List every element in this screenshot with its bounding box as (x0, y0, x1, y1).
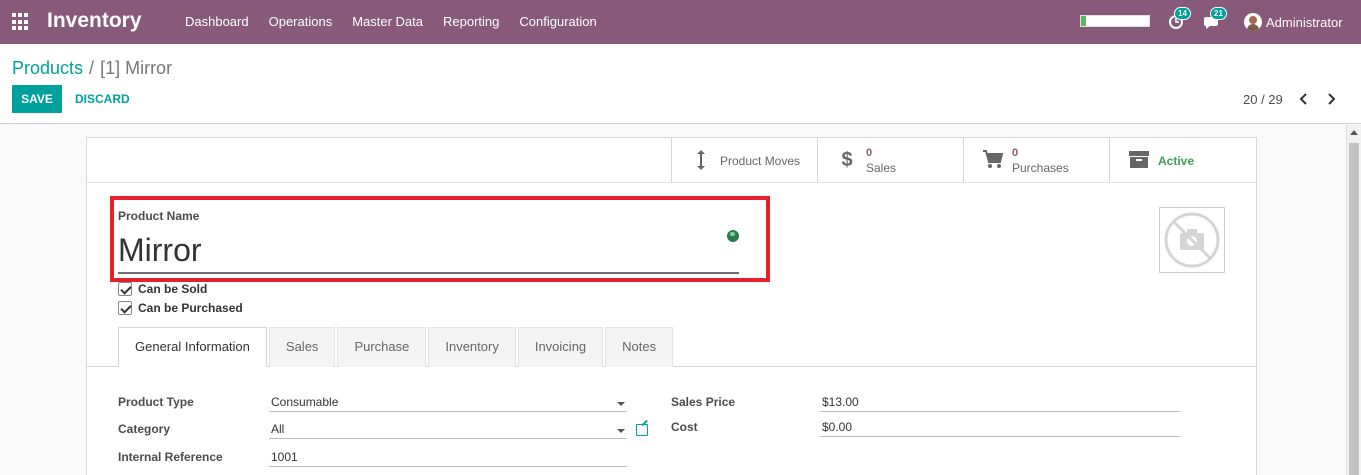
shopping-cart-icon (982, 149, 1004, 171)
sales-price-input[interactable]: $13.00 (820, 394, 1180, 412)
internal-reference-input[interactable]: 1001 (269, 449, 627, 467)
smart-buttons: Product Moves $ 0 Sales 0 Purchases Acti… (671, 138, 1255, 182)
menu-operations[interactable]: Operations (259, 0, 343, 44)
product-type-select[interactable]: Consumable (269, 394, 627, 412)
archive-box-icon (1128, 149, 1150, 171)
pager-next-icon[interactable] (1326, 93, 1338, 107)
purchases-smart-button[interactable]: 0 Purchases (963, 138, 1109, 182)
vertical-arrows-icon (690, 149, 712, 171)
product-name-label: Product Name (118, 209, 200, 223)
sales-label: Sales (866, 161, 897, 175)
form-tabs: General Information Sales Purchase Inven… (118, 327, 675, 367)
form-sheet: Product Moves $ 0 Sales 0 Purchases Acti… (86, 137, 1257, 475)
can-be-purchased-checkbox[interactable] (118, 301, 132, 315)
category-label: Category (118, 422, 171, 436)
product-type-caret-icon[interactable] (617, 402, 625, 406)
cost-label: Cost (671, 420, 698, 434)
scroll-thumb[interactable] (1349, 143, 1359, 475)
pager-counter[interactable]: 20 / 29 (1243, 92, 1283, 107)
tab-notes[interactable]: Notes (605, 327, 674, 367)
category-caret-icon[interactable] (617, 429, 625, 433)
app-title: Inventory (47, 9, 142, 32)
tab-purchase[interactable]: Purchase (337, 327, 427, 367)
messages-badge: 21 (1210, 7, 1227, 20)
tab-sales[interactable]: Sales (268, 327, 336, 367)
top-navbar: Inventory Dashboard Operations Master Da… (0, 0, 1361, 44)
sales-count: 0 (866, 147, 873, 159)
product-moves-button[interactable]: Product Moves (671, 138, 817, 182)
breadcrumb-current: [1] Mirror (100, 58, 173, 78)
sheet-divider (87, 182, 1256, 183)
active-label: Active (1158, 154, 1195, 168)
cost-input[interactable]: $0.00 (820, 419, 1180, 437)
menu-reporting[interactable]: Reporting (433, 0, 509, 44)
dollar-icon: $ (841, 149, 853, 171)
onboarding-progress-bar[interactable] (1080, 15, 1150, 27)
internal-reference-label: Internal Reference (118, 450, 223, 464)
sales-smart-button[interactable]: $ 0 Sales (817, 138, 963, 182)
active-toggle-button[interactable]: Active (1109, 138, 1255, 182)
globe-translate-icon[interactable] (727, 230, 739, 242)
discard-button[interactable]: DISCARD (75, 85, 130, 113)
can-be-sold-checkbox[interactable] (118, 282, 132, 296)
breadcrumb-products-link[interactable]: Products (12, 58, 83, 78)
control-panel: Products / [1] Mirror SAVE DISCARD 20 / 29 (0, 44, 1361, 124)
tab-inventory[interactable]: Inventory (428, 327, 516, 367)
messages-chat-icon[interactable]: 21 (1203, 7, 1227, 32)
can-be-sold-label: Can be Sold (138, 282, 208, 296)
activity-badge: 14 (1174, 7, 1191, 20)
avatar (1244, 13, 1262, 31)
save-button[interactable]: SAVE (12, 85, 62, 113)
sales-price-label: Sales Price (671, 395, 736, 409)
menu-dashboard[interactable]: Dashboard (175, 0, 259, 44)
can-be-purchased-row[interactable]: Can be Purchased (118, 300, 243, 316)
apps-grid-icon[interactable] (12, 13, 30, 31)
menu-configuration[interactable]: Configuration (509, 0, 606, 44)
purchases-label: Purchases (1012, 161, 1069, 175)
user-menu[interactable]: Administrator (1244, 12, 1343, 32)
scroll-up-icon[interactable] (1350, 130, 1358, 135)
product-image-placeholder[interactable] (1159, 207, 1225, 273)
breadcrumb-separator: / (89, 58, 95, 78)
user-name: Administrator (1266, 14, 1343, 30)
category-select[interactable]: All (269, 421, 627, 439)
main-menu: Dashboard Operations Master Data Reporti… (175, 0, 607, 44)
pager-previous-icon[interactable] (1299, 93, 1311, 107)
product-type-label: Product Type (118, 395, 194, 409)
activity-clock-icon[interactable]: 14 (1167, 7, 1191, 32)
tab-invoicing[interactable]: Invoicing (517, 327, 604, 367)
menu-master-data[interactable]: Master Data (342, 0, 433, 44)
breadcrumb: Products / [1] Mirror (12, 58, 172, 79)
external-link-icon[interactable] (636, 424, 648, 436)
purchases-count: 0 (1012, 147, 1019, 159)
product-name-input[interactable]: Mirror (118, 230, 739, 274)
tab-general-information[interactable]: General Information (118, 327, 267, 367)
progress-fill (1081, 16, 1087, 26)
can-be-purchased-label: Can be Purchased (138, 301, 243, 315)
can-be-sold-row[interactable]: Can be Sold (118, 281, 207, 297)
page-scrollbar[interactable] (1346, 125, 1361, 475)
product-moves-label: Product Moves (720, 154, 801, 168)
no-camera-icon (1164, 212, 1220, 268)
